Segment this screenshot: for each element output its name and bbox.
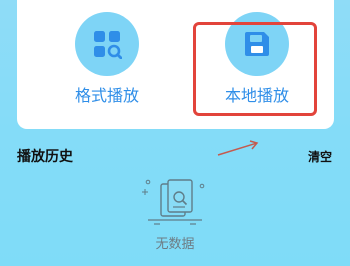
grid-search-icon xyxy=(94,31,122,59)
empty-state-text: 无数据 xyxy=(155,237,195,252)
floppy-disk-icon xyxy=(245,32,269,56)
empty-documents-icon xyxy=(142,179,205,225)
local-play-label: 本地播放 xyxy=(224,86,289,105)
local-play-icon-circle xyxy=(225,12,289,76)
quick-actions-card: 格式播放 本地播放 xyxy=(17,0,334,129)
format-play-icon-circle xyxy=(75,12,139,76)
history-title: 播放历史 xyxy=(17,149,73,165)
clear-history-button[interactable]: 清空 xyxy=(308,148,332,165)
local-play-button[interactable]: 本地播放 xyxy=(197,12,317,120)
format-play-label: 格式播放 xyxy=(74,86,139,105)
format-play-button[interactable]: 格式播放 xyxy=(47,12,167,120)
